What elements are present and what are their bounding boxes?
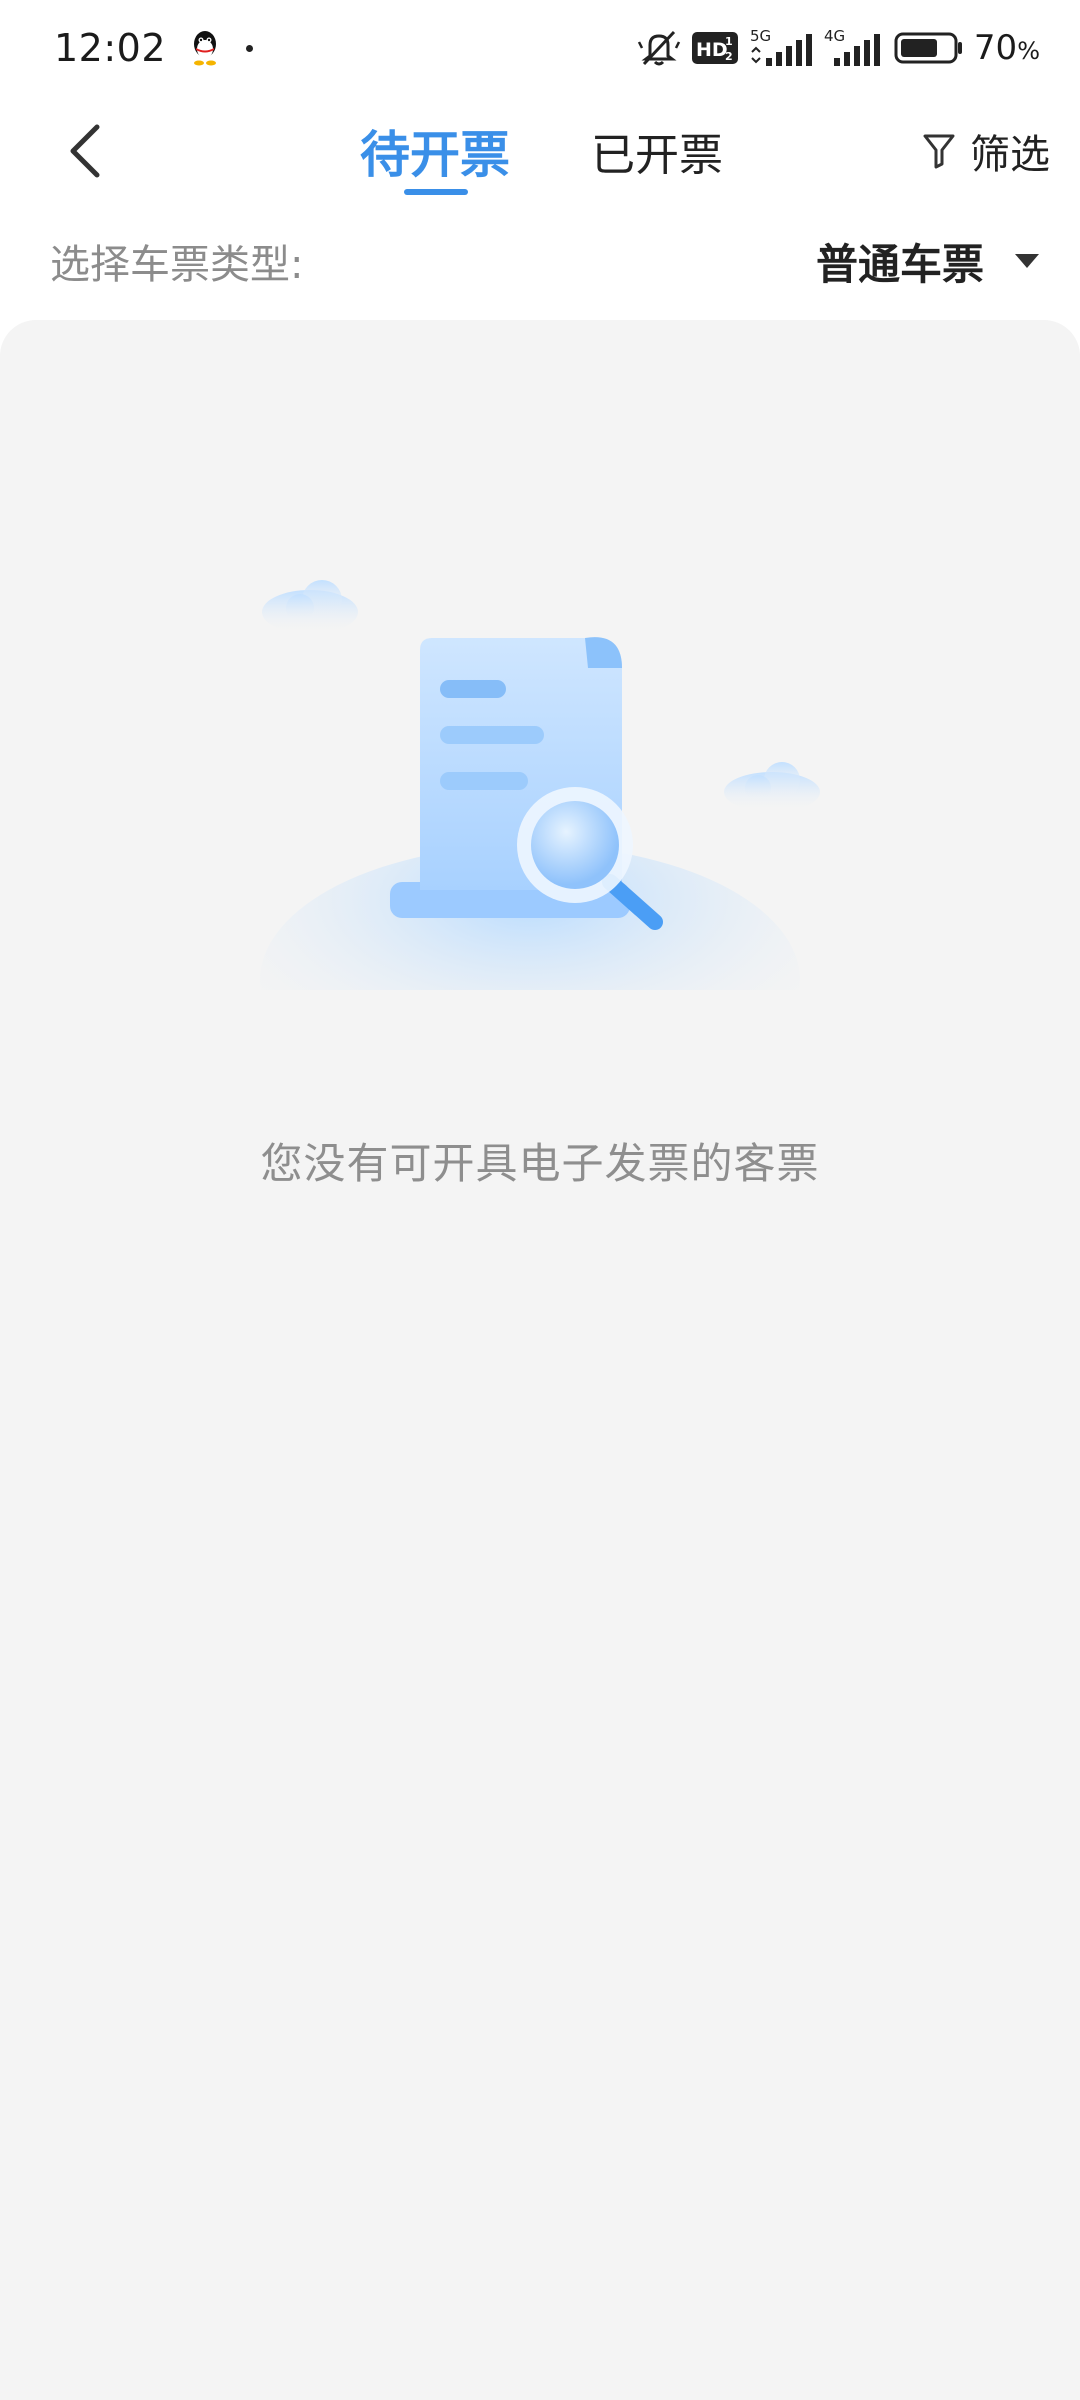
hd-icon: HD 1 2 bbox=[691, 32, 738, 64]
tab-issued-invoice-label: 已开票 bbox=[591, 130, 723, 181]
tab-pending-invoice-label: 待开票 bbox=[360, 126, 510, 184]
signal-4g-icon: 4G bbox=[824, 28, 880, 66]
signal-5g-icon: 5G bbox=[750, 28, 812, 66]
notification-dot-icon bbox=[246, 44, 254, 52]
ticket-type-value: 普通车票 bbox=[815, 239, 984, 289]
invoice-list-area: 您没有可开具电子发票的客票 bbox=[0, 320, 1080, 2400]
nav-bar: 待开票 已开票 筛选 bbox=[0, 96, 1080, 206]
empty-invoice-illustration bbox=[260, 580, 820, 990]
ticket-type-label: 选择车票类型: bbox=[50, 242, 304, 288]
ticket-type-dropdown[interactable]: 普通车票 bbox=[816, 231, 1040, 292]
ticket-type-row: 选择车票类型: 普通车票 bbox=[0, 206, 1080, 316]
qq-icon bbox=[194, 31, 217, 66]
svg-text:5G: 5G bbox=[750, 28, 771, 45]
empty-state-message: 您没有可开具电子发票的客票 bbox=[260, 1139, 820, 1188]
cloud-left-icon bbox=[262, 580, 358, 634]
back-button[interactable] bbox=[50, 106, 120, 196]
status-time: 12:02 bbox=[54, 26, 167, 70]
battery-icon bbox=[894, 32, 962, 64]
status-bar: 12:02 HD 1 2 5G 4G 70% bbox=[0, 0, 1080, 96]
caret-down-icon bbox=[1015, 254, 1039, 268]
svg-text:2: 2 bbox=[725, 50, 733, 63]
filter-label: 筛选 bbox=[970, 132, 1050, 178]
active-tab-indicator bbox=[404, 189, 468, 195]
svg-text:4G: 4G bbox=[824, 28, 845, 45]
chevron-left-icon bbox=[70, 124, 100, 178]
svg-text:1: 1 bbox=[725, 35, 733, 48]
svg-text:HD: HD bbox=[696, 39, 728, 61]
filter-icon bbox=[923, 134, 955, 169]
cloud-right-icon bbox=[724, 762, 820, 812]
battery-percent: 70% bbox=[973, 28, 1040, 68]
tab-issued-invoice[interactable]: 已开票 bbox=[582, 96, 732, 206]
status-indicators: HD 1 2 5G 4G 70% bbox=[636, 28, 1040, 68]
mute-icon bbox=[637, 30, 681, 66]
filter-button[interactable]: 筛选 bbox=[922, 96, 1050, 206]
